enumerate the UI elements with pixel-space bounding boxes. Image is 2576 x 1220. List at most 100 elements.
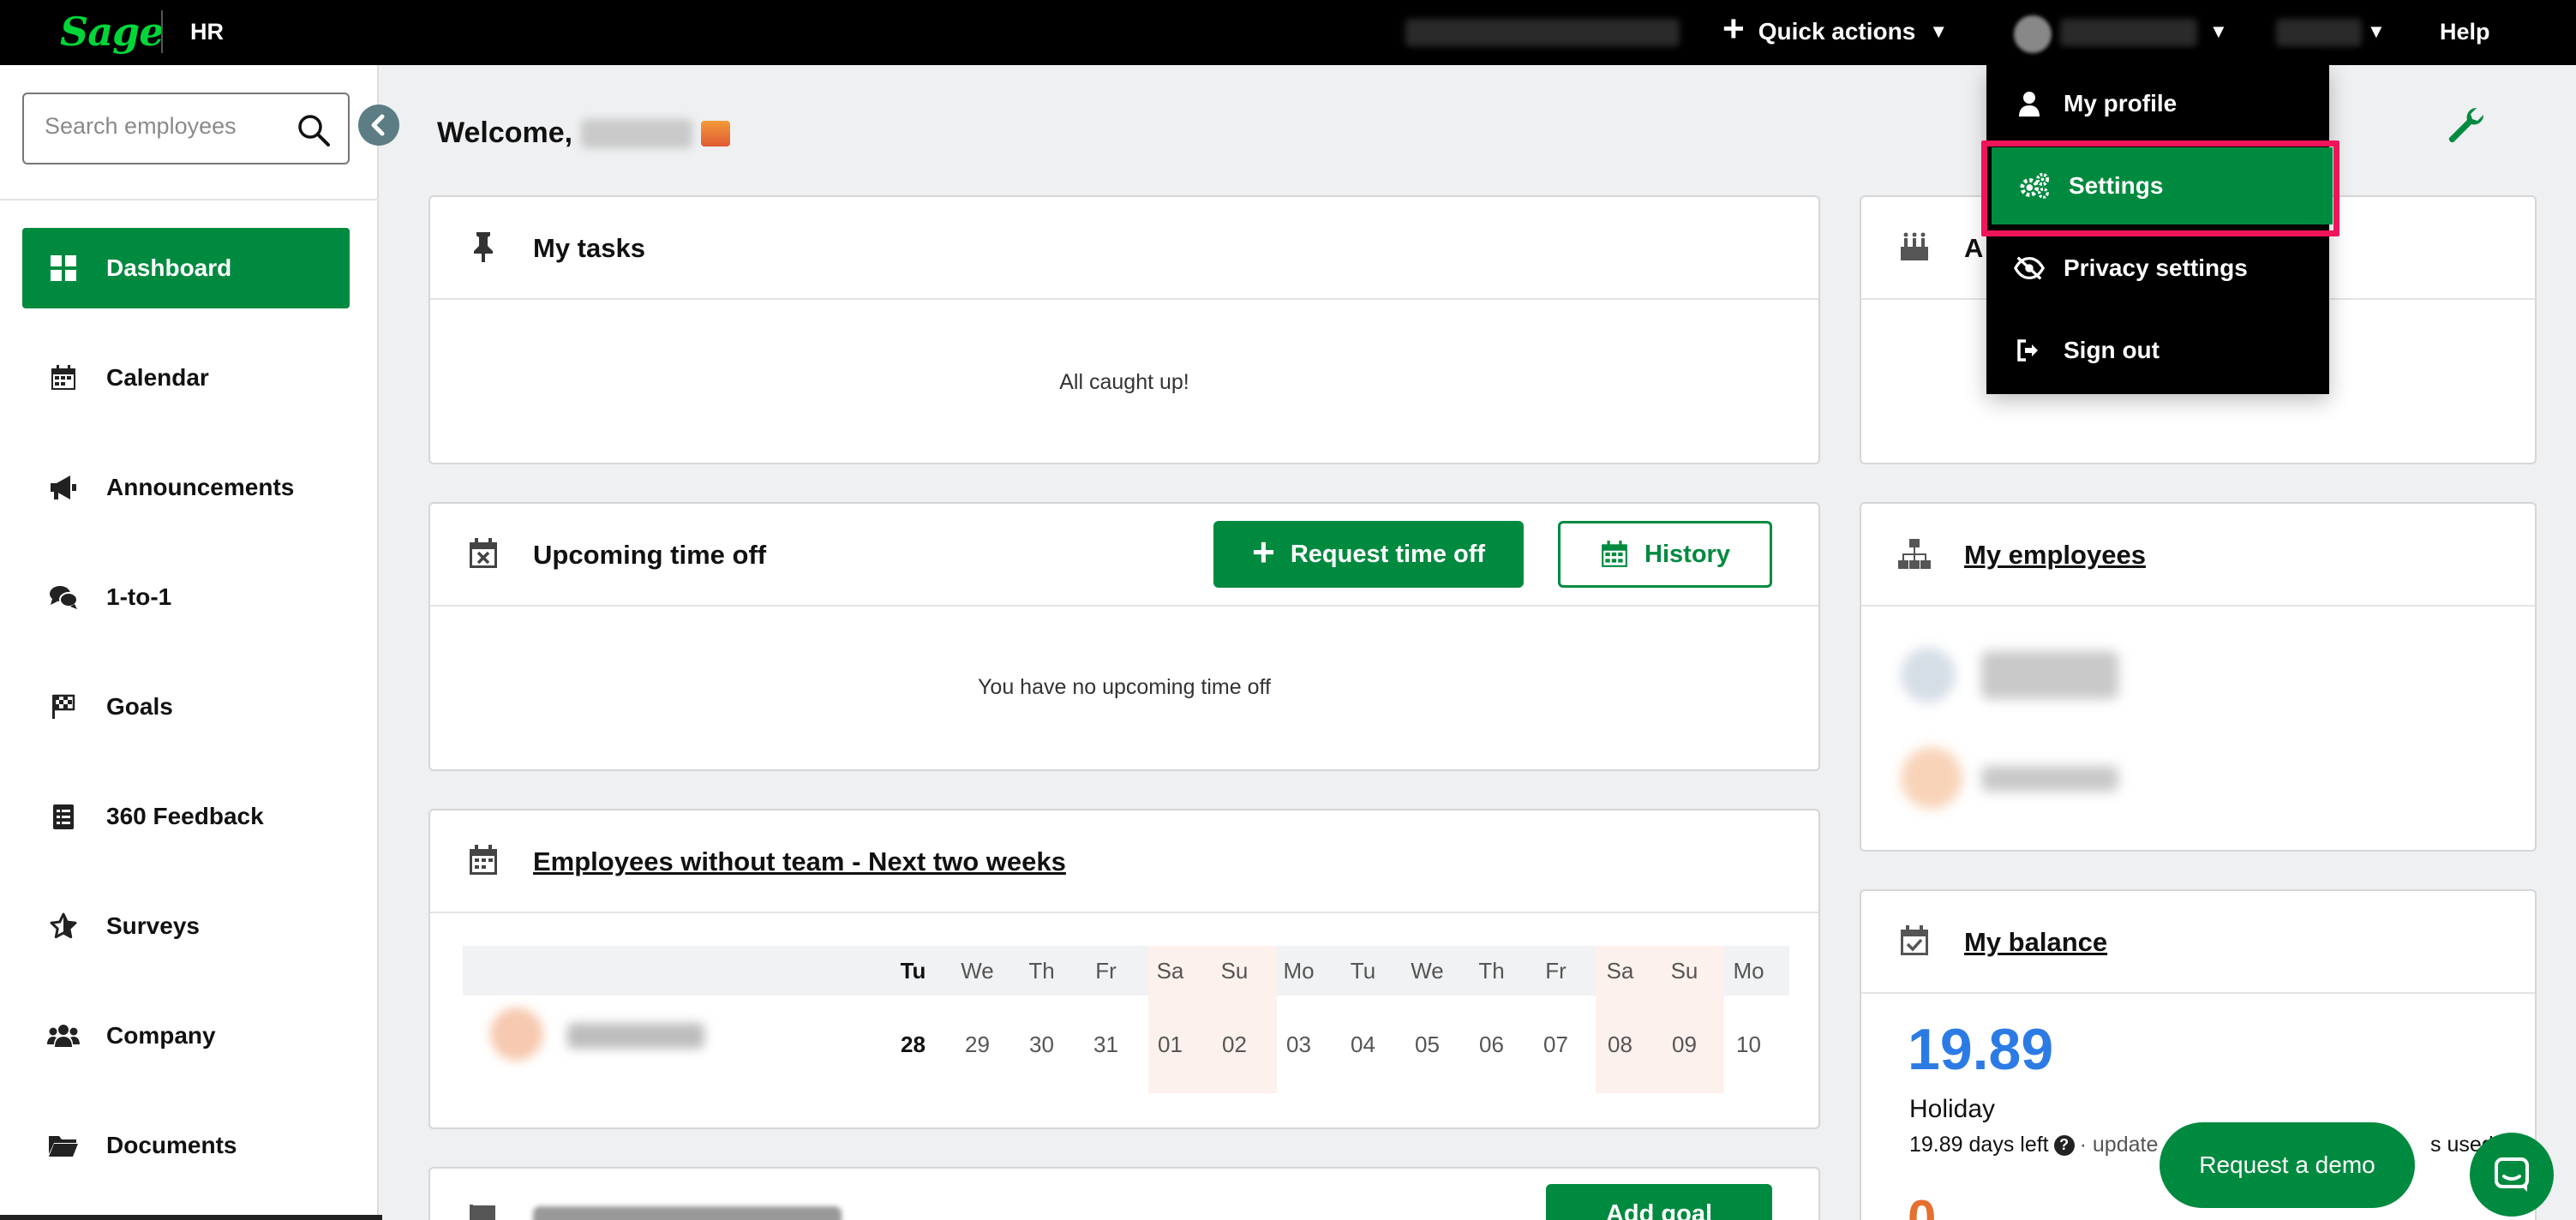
days-left-text: 19.89 days left: [1909, 1133, 2049, 1157]
calendar-day-label: Su: [1670, 958, 1698, 984]
employees-without-team-link[interactable]: Employees without team - Next two weeks: [533, 846, 1066, 877]
card-title: A: [1964, 233, 1984, 263]
balance-value: 19.89: [1908, 1017, 2054, 1082]
button-label: Request time off: [1290, 540, 1486, 568]
eye-slash-icon: [2014, 253, 2045, 284]
sunrise-icon: [701, 120, 731, 147]
request-demo-button[interactable]: Request a demo: [2160, 1122, 2415, 1208]
user-name-blurred[interactable]: [2060, 19, 2197, 46]
balance-info: 19.89 days left ? · update: [1909, 1133, 2158, 1157]
balance-second-value: 0: [1908, 1190, 1937, 1220]
employees-without-team-card: Employees without team - Next two weeks …: [428, 809, 1820, 1129]
sidebar-item-360-feedback[interactable]: 360 Feedback: [22, 776, 350, 857]
product-label: HR: [190, 19, 224, 45]
my-tasks-card: My tasks All caught up!: [428, 195, 1820, 464]
quick-actions-button[interactable]: + Quick actions ▼: [1722, 10, 1948, 48]
calendar-date-label: 04: [1351, 1032, 1375, 1057]
calendar-date-label: 07: [1543, 1032, 1568, 1057]
calendar-date-label: 31: [1093, 1032, 1118, 1057]
sidebar-divider: [0, 199, 379, 200]
help-link[interactable]: Help: [2440, 19, 2490, 45]
user-dropdown-menu: My profile Settings Privacy settings Sig…: [1986, 65, 2333, 394]
sidebar-item-label: Dashboard: [106, 254, 232, 281]
sidebar-item-label: Surveys: [106, 912, 200, 939]
calendar-icon: [1602, 541, 1627, 567]
language-blurred[interactable]: [2276, 19, 2362, 46]
calendar-day-label: Tu: [1350, 958, 1376, 984]
search-input[interactable]: [45, 113, 293, 140]
calendar-day-label: Tu: [900, 958, 926, 984]
menu-item-settings[interactable]: Settings: [1992, 147, 2333, 224]
calendar-day-label: Th: [1028, 958, 1055, 984]
sidebar-item-company[interactable]: Company: [22, 996, 350, 1076]
search-box[interactable]: [22, 93, 350, 164]
card-header: Employees without team - Next two weeks: [430, 810, 1818, 913]
sidebar-item-documents[interactable]: Documents: [22, 1105, 350, 1186]
calendar-day-label: Th: [1478, 958, 1505, 984]
card-title: Upcoming time off: [533, 540, 767, 570]
chat-widget-button[interactable]: [2470, 1133, 2554, 1217]
chat-icon: [2495, 1157, 2529, 1192]
employee-avatar-blurred[interactable]: [1901, 648, 1956, 703]
star-icon: [46, 909, 81, 943]
menu-item-label: My profile: [2064, 90, 2178, 117]
plus-icon: +: [1722, 8, 1745, 50]
menu-item-sign-out[interactable]: Sign out: [1986, 312, 2329, 389]
sidebar-item-goals[interactable]: Goals: [22, 667, 350, 747]
calendar-day-label: Sa: [1156, 958, 1184, 984]
add-goal-button[interactable]: Add goal: [1546, 1184, 1772, 1220]
user-first-name-blurred: [581, 118, 693, 148]
empty-state-text: All caught up!: [1059, 370, 1189, 394]
menu-item-label: Privacy settings: [2064, 254, 2248, 281]
sidebar-item-announcements[interactable]: Announcements: [22, 447, 350, 528]
search-icon[interactable]: [295, 111, 332, 149]
card-title: My tasks: [533, 233, 645, 263]
card-header: My employees: [1861, 504, 2535, 607]
calendar-check-icon: [1901, 925, 1928, 955]
sidebar-item-1-to-1[interactable]: 1-to-1: [22, 557, 350, 637]
wrench-icon[interactable]: [2444, 105, 2487, 147]
card-header: Upcoming time off + Request time off His…: [430, 504, 1818, 607]
employee-name-blurred[interactable]: [1981, 651, 2118, 699]
menu-item-label: Settings: [2069, 172, 2164, 199]
calendar-icon: [470, 845, 497, 875]
question-circle-icon[interactable]: ?: [2053, 1134, 2075, 1156]
employee-name-blurred[interactable]: [1981, 766, 2118, 792]
dashboard-icon: [46, 251, 81, 285]
sidebar-item-label: Company: [106, 1022, 216, 1049]
history-button[interactable]: History: [1558, 521, 1772, 588]
sage-logo[interactable]: Sage: [60, 9, 164, 55]
request-time-off-button[interactable]: + Request time off: [1213, 521, 1524, 588]
welcome-text: Welcome,: [437, 117, 573, 149]
card-title-partial: [533, 1206, 842, 1220]
calendar-date-label: 05: [1415, 1032, 1440, 1057]
caret-down-icon[interactable]: ▼: [2209, 21, 2228, 43]
card-header: My tasks: [430, 197, 1818, 300]
sidebar-item-surveys[interactable]: Surveys: [22, 886, 350, 966]
calendar-day-label: Fr: [1095, 958, 1117, 984]
sidebar-item-dashboard[interactable]: Dashboard: [22, 228, 350, 308]
user-icon: [2014, 88, 2045, 119]
menu-item-my-profile[interactable]: My profile: [1986, 65, 2329, 142]
calendar-day-label: Su: [1220, 958, 1249, 984]
caret-down-icon[interactable]: ▼: [2367, 21, 2386, 43]
scrollbar[interactable]: [0, 1215, 382, 1220]
sidebar-item-label: 1-to-1: [106, 583, 172, 610]
menu-item-privacy-settings[interactable]: Privacy settings: [1986, 230, 2329, 307]
sidebar: Dashboard Calendar Announcements 1-to-1 …: [0, 65, 382, 1220]
calendar-day-label: Mo: [1283, 958, 1315, 984]
employee-avatar-blurred[interactable]: [1901, 747, 1962, 809]
my-employees-link[interactable]: My employees: [1964, 540, 2146, 571]
birthday-cake-icon: [1901, 232, 1928, 260]
button-label: Add goal: [1605, 1199, 1713, 1220]
my-balance-link[interactable]: My balance: [1964, 927, 2107, 958]
calendar-date-label: 28: [901, 1032, 926, 1057]
megaphone-icon: [46, 470, 81, 505]
quick-actions-label: Quick actions: [1758, 18, 1916, 45]
user-avatar[interactable]: [2014, 15, 2052, 53]
calendar-day-label: Fr: [1545, 958, 1567, 984]
company-name-blurred[interactable]: [1405, 19, 1680, 46]
sidebar-item-calendar[interactable]: Calendar: [22, 338, 350, 418]
collapse-sidebar-button[interactable]: [358, 105, 399, 146]
org-chart-icon: [1898, 539, 1931, 569]
